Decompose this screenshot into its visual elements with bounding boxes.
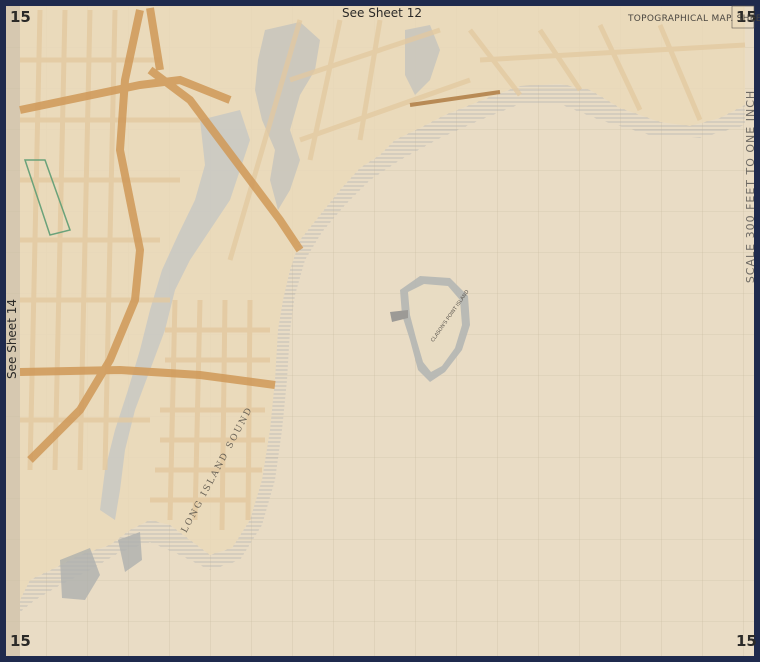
see-sheet-left-label: See Sheet 14	[4, 299, 19, 379]
scale-label: SCALE 300 FEET TO ONE INCH	[744, 89, 758, 284]
map-title: TOPOGRAPHICAL MAP. SHEET 15.	[628, 14, 760, 24]
sheet-number-bottom-right: 15	[736, 632, 757, 650]
sheet-number-bottom-left: 15	[10, 632, 31, 650]
see-sheet-top-label: See Sheet 12	[342, 6, 422, 20]
sheet-number-top-left: 15	[10, 8, 31, 26]
topographical-map	[0, 0, 760, 662]
